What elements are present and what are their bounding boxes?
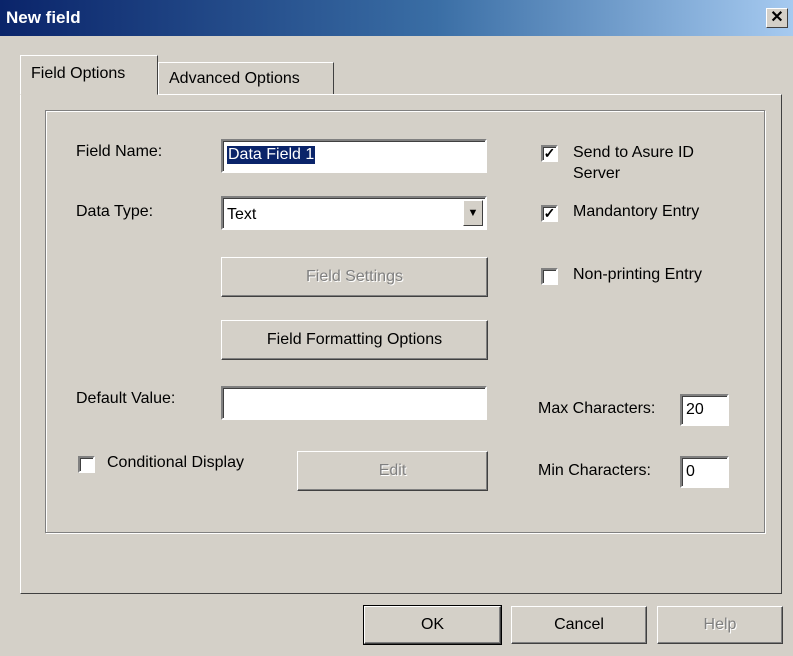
window-title: New field — [6, 8, 81, 27]
max-characters-value: 20 — [686, 401, 704, 418]
default-value-input[interactable] — [221, 386, 487, 420]
default-value-label: Default Value: — [76, 390, 176, 407]
tab-advanced-options[interactable]: Advanced Options — [158, 62, 334, 96]
send-to-server-label-line1: Send to Asure ID — [573, 144, 694, 161]
max-characters-input[interactable]: 20 — [680, 394, 729, 426]
field-name-label: Field Name: — [76, 143, 163, 160]
send-to-server-checkbox[interactable]: ✓ — [541, 145, 558, 162]
tab-label: Advanced Options — [169, 70, 300, 87]
tab-field-options[interactable]: Field Options — [20, 55, 158, 95]
min-characters-input[interactable]: 0 — [680, 456, 729, 488]
cancel-button[interactable]: Cancel — [511, 606, 647, 644]
tab-label: Field Options — [31, 65, 126, 82]
close-icon: ✕ — [770, 9, 784, 26]
max-characters-label: Max Characters: — [538, 400, 656, 417]
min-characters-label: Min Characters: — [538, 462, 651, 479]
mandatory-entry-label: Mandantory Entry — [573, 203, 700, 220]
data-type-value: Text — [227, 206, 257, 223]
edit-button[interactable]: Edit — [297, 451, 488, 491]
title-bar: New field ✕ — [0, 0, 793, 36]
check-icon: ✓ — [543, 145, 556, 161]
data-type-select[interactable]: Text ▼ — [221, 196, 487, 230]
data-type-label: Data Type: — [76, 203, 154, 220]
close-button[interactable]: ✕ — [766, 8, 788, 28]
field-formatting-options-button[interactable]: Field Formatting Options — [221, 320, 488, 360]
min-characters-value: 0 — [686, 463, 695, 480]
check-icon: ✓ — [543, 205, 556, 221]
help-button[interactable]: Help — [657, 606, 783, 644]
send-to-server-label-line2: Server — [573, 165, 621, 182]
field-name-value: Data Field 1 — [227, 146, 316, 164]
non-printing-entry-label: Non-printing Entry — [573, 266, 702, 283]
mandatory-entry-checkbox[interactable]: ✓ — [541, 205, 558, 222]
ok-button[interactable]: OK — [363, 605, 502, 645]
conditional-display-label: Conditional Display — [107, 454, 244, 471]
chevron-down-icon[interactable]: ▼ — [463, 200, 483, 226]
non-printing-entry-checkbox[interactable] — [541, 268, 558, 285]
conditional-display-checkbox[interactable] — [78, 456, 95, 473]
field-settings-button[interactable]: Field Settings — [221, 257, 488, 297]
field-name-input[interactable]: Data Field 1 — [221, 139, 487, 173]
